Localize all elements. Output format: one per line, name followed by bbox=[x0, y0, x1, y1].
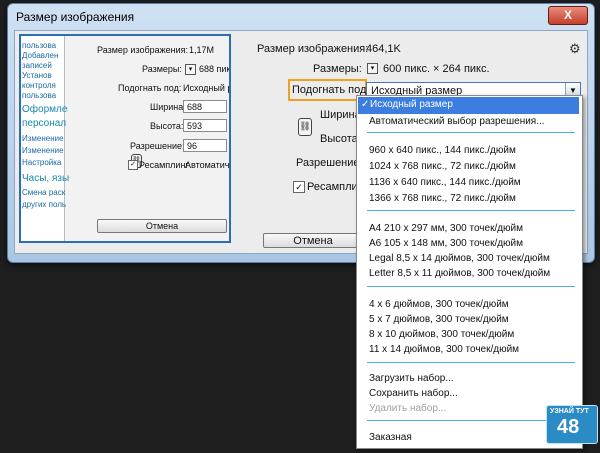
resample-checkbox[interactable]: ✓ bbox=[293, 181, 305, 193]
dimensions-label: Размеры: bbox=[313, 63, 362, 75]
watermark-text: УЗНАЙ ТУТ bbox=[550, 408, 589, 415]
dropdown-item-custom[interactable]: Заказная bbox=[369, 432, 412, 443]
preview-image-size-label: Размер изображения: bbox=[97, 45, 189, 55]
preview-width-field: 688 bbox=[183, 100, 227, 113]
preview-cancel-button: Отмена bbox=[97, 219, 227, 233]
link-icon[interactable]: ⛓ bbox=[298, 118, 312, 136]
title-bar: Размер изображения X bbox=[8, 4, 594, 30]
preview-dimensions-value: 688 пикс. bbox=[199, 64, 231, 74]
dropdown-item-photo[interactable]: 11 x 14 дюймов, 300 точек/дюйм bbox=[369, 344, 519, 355]
preview-height-field: 593 bbox=[183, 119, 227, 132]
width-label: Ширина bbox=[320, 109, 361, 121]
cancel-button[interactable]: Отмена bbox=[263, 233, 363, 248]
preview-width-label: Ширина: bbox=[150, 102, 186, 112]
preview-resample-value: Автоматическ bbox=[185, 160, 230, 170]
height-label: Высота: bbox=[320, 133, 361, 145]
strip-line: Настройка bbox=[22, 158, 62, 167]
strip-line: пользова bbox=[22, 91, 57, 100]
dropdown-item-load-preset[interactable]: Загрузить набор... bbox=[369, 373, 454, 384]
strip-line: Изменение bbox=[22, 134, 64, 143]
separator bbox=[367, 420, 575, 421]
dimensions-value: 600 пикс. × 264 пикс. bbox=[383, 63, 490, 75]
separator bbox=[367, 210, 575, 211]
strip-line: персонал bbox=[22, 118, 67, 129]
dropdown-item-delete-preset: Удалить набор... bbox=[369, 403, 447, 414]
preview-resolution-label: Разрешение: bbox=[130, 141, 185, 151]
fit-dropdown-list: ✓ Исходный размер Автоматический выбор р… bbox=[356, 95, 583, 449]
image-size-label: Размер изображения: bbox=[257, 43, 369, 55]
preview-height-label: Высота: bbox=[150, 121, 184, 131]
strip-line: Изменение bbox=[22, 146, 64, 155]
resolution-label: Разрешение: bbox=[296, 157, 363, 169]
strip-line: Установ bbox=[22, 71, 52, 80]
dropdown-item-paper[interactable]: Letter 8,5 x 11 дюймов, 300 точек/дюйм bbox=[369, 268, 550, 279]
dropdown-item-screen[interactable]: 1024 x 768 пикс., 72 пикс./дюйм bbox=[369, 161, 516, 172]
separator bbox=[367, 132, 575, 133]
preview-sidebar-strip: пользова Добавлен записей Установ контро… bbox=[21, 36, 69, 241]
dropdown-item-original-size[interactable]: ✓ Исходный размер bbox=[358, 97, 579, 114]
dropdown-item-screen[interactable]: 1136 x 640 пикс., 144 пикс./дюйм bbox=[369, 177, 521, 188]
preview-image-size-value: 1,17M bbox=[189, 45, 215, 55]
image-size-value: 464,1K bbox=[366, 43, 401, 55]
strip-line: пользова bbox=[22, 41, 57, 50]
dropdown-item-save-preset[interactable]: Сохранить набор... bbox=[369, 388, 458, 399]
gear-icon[interactable]: ⚙ bbox=[569, 41, 581, 57]
preview-fit-label: Подогнать под: bbox=[118, 83, 182, 93]
dropdown-item-photo[interactable]: 5 x 7 дюймов, 300 точек/дюйм bbox=[369, 314, 509, 325]
preview-resample-checkbox: ✓ bbox=[128, 160, 138, 170]
dropdown-item-paper[interactable]: Legal 8,5 x 14 дюймов, 300 точек/дюйм bbox=[369, 253, 550, 264]
preview-resolution-field: 96 bbox=[183, 139, 227, 152]
strip-line: Оформле bbox=[22, 104, 68, 115]
dropdown-item-photo[interactable]: 4 x 6 дюймов, 300 точек/дюйм bbox=[369, 299, 509, 310]
strip-line: Добавлен bbox=[22, 51, 59, 60]
watermark-logo: УЗНАЙ ТУТ 48 bbox=[546, 405, 598, 444]
check-icon: ✓ bbox=[361, 99, 370, 110]
separator bbox=[367, 286, 575, 287]
strip-line: записей bbox=[22, 61, 52, 70]
strip-line: контроля bbox=[22, 81, 56, 90]
chevron-down-icon: ▾ bbox=[185, 64, 196, 75]
strip-line: Часы, язы bbox=[22, 173, 70, 184]
preview-resample-label: Ресамплинг bbox=[139, 160, 189, 170]
strip-line: Смена раск bbox=[22, 188, 66, 197]
dropdown-item-photo[interactable]: 8 x 10 дюймов, 300 точек/дюйм bbox=[369, 329, 514, 340]
dropdown-item-screen[interactable]: 960 x 640 пикс., 144 пикс./дюйм bbox=[369, 145, 516, 156]
preview-fit-value: Исходный разм bbox=[183, 83, 229, 93]
watermark-number: 48 bbox=[557, 416, 580, 438]
dropdown-item-paper[interactable]: A6 105 x 148 мм, 300 точек/дюйм bbox=[369, 238, 523, 249]
dropdown-item-paper[interactable]: A4 210 x 297 мм, 300 точек/дюйм bbox=[369, 223, 523, 234]
preview-image: пользова Добавлен записей Установ контро… bbox=[19, 34, 231, 243]
close-button[interactable]: X bbox=[548, 6, 588, 25]
separator bbox=[367, 362, 575, 363]
preview-dimensions-label: Размеры: bbox=[142, 64, 182, 74]
window-title: Размер изображения bbox=[16, 10, 135, 24]
dropdown-item-auto-resolution[interactable]: Автоматический выбор разрешения... bbox=[369, 116, 545, 127]
chevron-down-icon[interactable]: ▾ bbox=[367, 63, 378, 74]
strip-line: других поль bbox=[22, 200, 67, 209]
dropdown-item-screen[interactable]: 1366 x 768 пикс., 72 пикс./дюйм bbox=[369, 193, 516, 204]
